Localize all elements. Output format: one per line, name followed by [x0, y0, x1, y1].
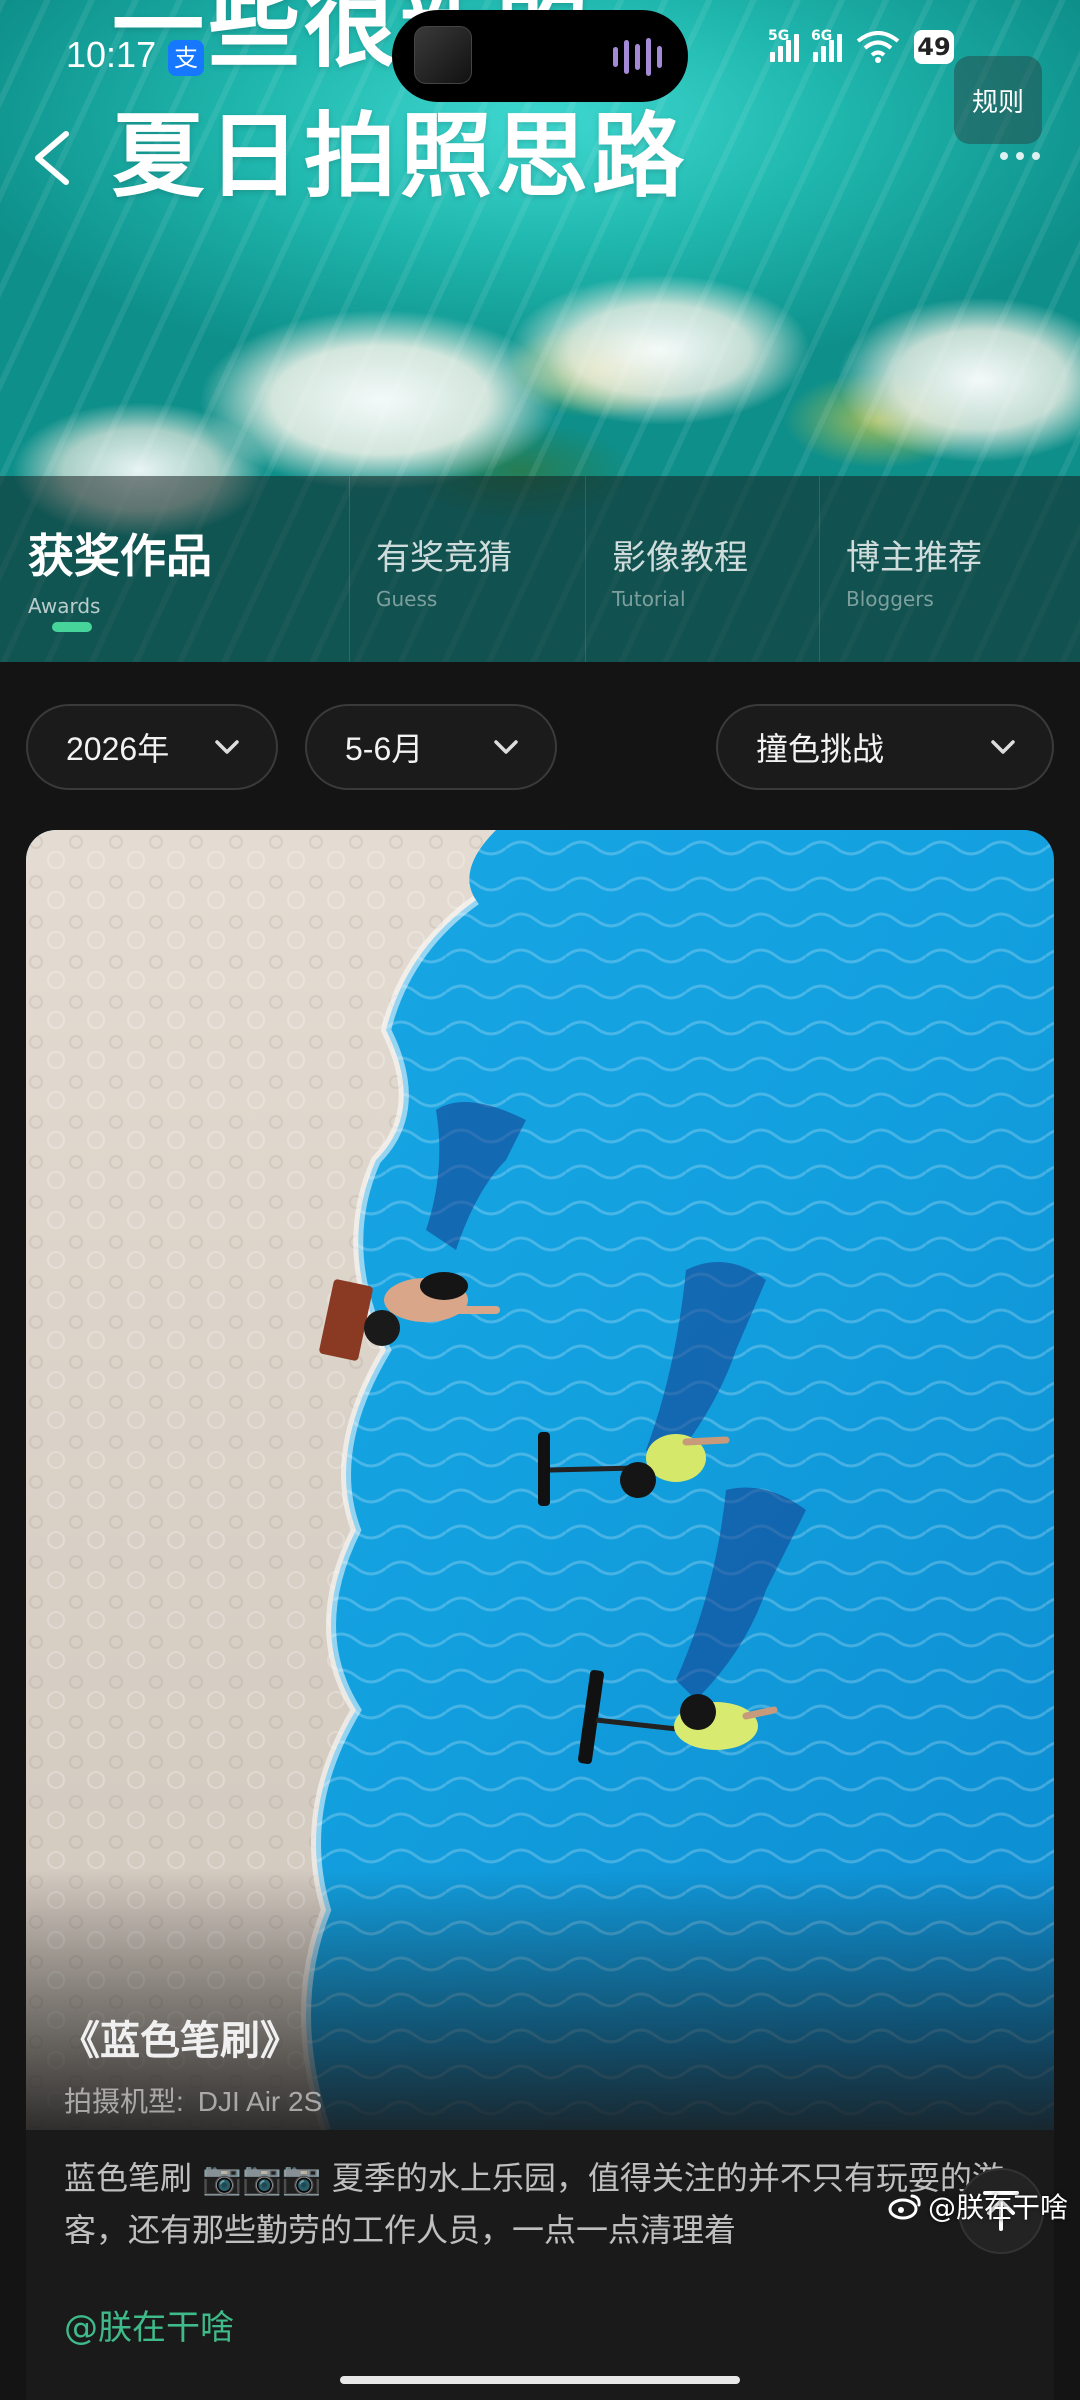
tab-sublabel: Guess [376, 587, 438, 611]
tab-tutorial[interactable]: 影像教程 Tutorial [586, 476, 820, 662]
watermark-text: @朕在干啥 [928, 2191, 1069, 2224]
year-filter-dropdown[interactable]: 2026年 [26, 704, 278, 790]
chevron-down-icon [991, 740, 1015, 754]
weibo-icon [888, 2194, 921, 2220]
tab-label: 获奖作品 [28, 529, 212, 583]
rules-button[interactable]: 规则 [954, 56, 1042, 144]
signal-6g-icon: 6G [811, 28, 842, 62]
year-filter-value: 2026年 [66, 731, 170, 767]
weibo-watermark: @朕在干啥 [888, 2186, 1068, 2226]
theme-filter-value: 撞色挑战 [756, 731, 885, 767]
wifi-icon [856, 31, 900, 63]
camera-model-label: 拍摄机型: [64, 2086, 184, 2117]
tab-label: 博主推荐 [846, 538, 982, 578]
tab-label: 影像教程 [612, 538, 748, 578]
tab-label: 有奖竞猜 [376, 538, 512, 578]
media-thumbnail-icon [414, 26, 472, 84]
dynamic-island[interactable] [392, 10, 688, 102]
chevron-down-icon [215, 740, 239, 754]
category-tabs: 获奖作品 Awards 有奖竞猜 Guess 影像教程 Tutorial 博主推… [0, 476, 1080, 662]
chevron-down-icon [494, 740, 518, 754]
tab-bloggers[interactable]: 博主推荐 Bloggers [820, 476, 1080, 662]
award-work-card[interactable]: 《蓝色笔刷》 拍摄机型: DJI Air 2S 蓝色笔刷 📷📷📷 夏季的水上乐园，… [26, 830, 1054, 2400]
tab-guess[interactable]: 有奖竞猜 Guess [350, 476, 586, 662]
tab-sublabel: Bloggers [846, 587, 934, 611]
camera-model-value: DJI Air 2S [197, 2086, 323, 2117]
back-arrow-icon[interactable] [30, 130, 74, 186]
signal-5g-icon: 5G [768, 28, 799, 62]
tab-awards[interactable]: 获奖作品 Awards [0, 476, 350, 662]
theme-filter-dropdown[interactable]: 撞色挑战 [716, 704, 1054, 790]
status-indicators: 5G 6G 49 [768, 28, 954, 64]
audio-wave-icon [613, 38, 662, 76]
active-tab-indicator [52, 622, 92, 632]
period-filter-value: 5-6月 [345, 731, 424, 767]
author-link[interactable]: @朕在干啥 [64, 2300, 234, 2349]
camera-model: 拍摄机型: DJI Air 2S [64, 2080, 322, 2120]
tab-sublabel: Awards [28, 594, 101, 618]
alipay-icon: 支 [168, 40, 204, 76]
more-options-icon[interactable] [1000, 152, 1040, 160]
tab-sublabel: Tutorial [612, 587, 686, 611]
period-filter-dropdown[interactable]: 5-6月 [305, 704, 557, 790]
work-description: 蓝色笔刷 📷📷📷 夏季的水上乐园，值得关注的并不只有玩耍的游客，还有那些勤劳的工… [64, 2159, 1004, 2249]
home-indicator[interactable] [340, 2376, 740, 2384]
battery-icon: 49 [914, 30, 954, 64]
status-time: 10:17 [66, 34, 157, 75]
work-title: 《蓝色笔刷》 [60, 2018, 300, 2064]
rules-button-label: 规则 [971, 87, 1024, 118]
